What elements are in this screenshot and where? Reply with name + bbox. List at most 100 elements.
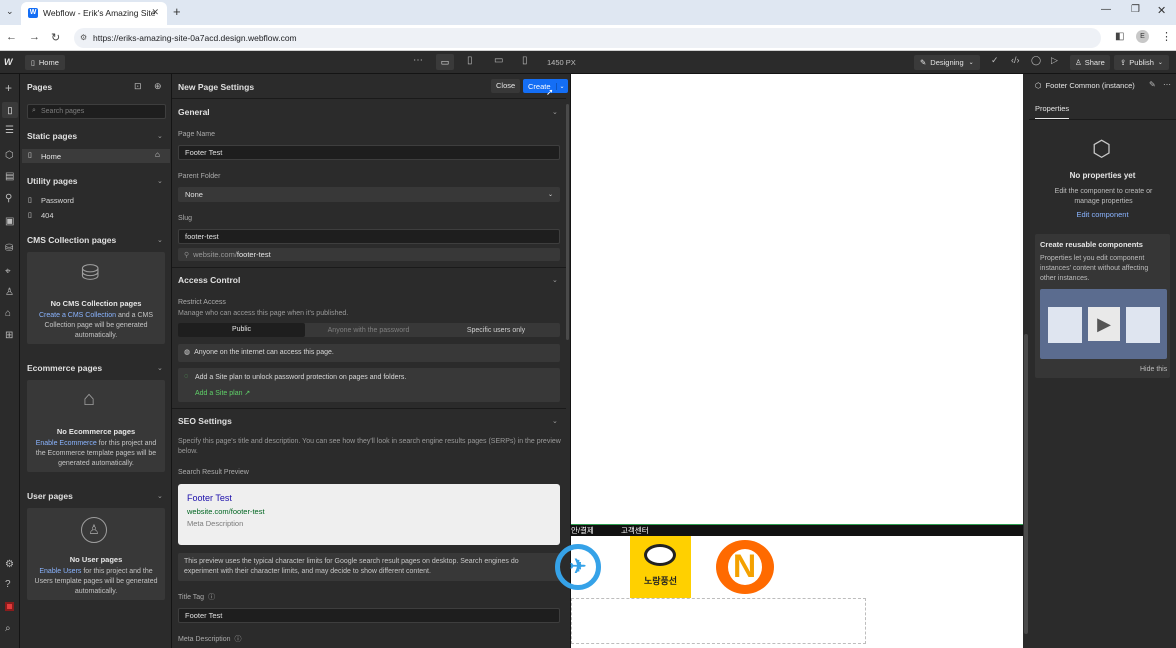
components-icon[interactable]: ⬡ xyxy=(5,151,14,161)
cms-icon[interactable]: ⛁ xyxy=(5,244,13,254)
parent-folder-select[interactable]: None ⌄ xyxy=(178,187,560,202)
page-breadcrumb[interactable]: ▯ Home xyxy=(25,55,65,70)
help-icon[interactable]: ? xyxy=(5,580,11,590)
partner-logo-plane[interactable]: ✈ xyxy=(555,544,601,590)
url-field[interactable]: ⚙ https://eriks-amazing-site-0a7acd.desi… xyxy=(74,28,1101,48)
tab-properties[interactable]: Properties xyxy=(1035,104,1070,119)
preview-play-icon[interactable]: ▷ xyxy=(1051,56,1058,65)
publish-button[interactable]: ⇪ Publish ⌄ xyxy=(1114,55,1169,70)
window-close-icon[interactable]: ✕ xyxy=(1157,4,1166,17)
static-pages-heading[interactable]: Static pages xyxy=(27,131,77,141)
new-page-icon[interactable]: ⊕ xyxy=(154,82,162,91)
footer-nav-bar[interactable]: 안/결제 고객센터 xyxy=(571,524,1023,536)
new-tab-icon[interactable]: + xyxy=(173,4,181,19)
chevron-down-icon[interactable]: ⌄ xyxy=(157,177,163,185)
access-option-users[interactable]: Specific users only xyxy=(432,327,560,334)
more-icon[interactable]: ⋯ xyxy=(1163,81,1171,89)
scrollbar[interactable] xyxy=(566,104,569,340)
site-info-icon[interactable]: ⚙ xyxy=(80,28,87,48)
edit-pen-icon[interactable]: ✎ xyxy=(1149,81,1156,89)
edit-component-link[interactable]: Edit component xyxy=(1029,210,1176,219)
mobile-landscape-icon[interactable]: ▭ xyxy=(494,56,503,66)
navigator-icon[interactable]: ☰ xyxy=(5,126,14,136)
variables-icon[interactable]: ⚲ xyxy=(5,194,12,204)
access-control-heading[interactable]: Access Control xyxy=(178,275,240,285)
seo-settings-heading[interactable]: SEO Settings xyxy=(178,416,232,426)
page-item-home[interactable]: ▯ Home ⌂ xyxy=(22,149,170,163)
hide-this-link[interactable]: Hide this xyxy=(1140,366,1167,373)
mode-dropdown[interactable]: ✎ Designing ⌄ xyxy=(914,55,980,70)
logic-icon[interactable]: ⌖ xyxy=(5,267,11,277)
check-icon[interactable]: ✓ xyxy=(991,56,999,65)
desktop-breakpoint-icon[interactable]: ▭ xyxy=(436,54,454,70)
partner-logo-yellow-balloon[interactable]: 노랑풍선 xyxy=(630,536,691,598)
settings-gear-icon[interactable]: ⚙ xyxy=(5,560,14,570)
code-icon[interactable]: ‹/› xyxy=(1011,56,1020,65)
assets-icon[interactable]: ▣ xyxy=(5,217,14,227)
chevron-down-icon[interactable]: ⌄ xyxy=(157,364,163,372)
new-folder-icon[interactable]: ⊡ xyxy=(134,82,142,91)
profile-avatar[interactable]: E xyxy=(1136,30,1149,43)
chevron-down-icon[interactable]: ⌄ xyxy=(552,276,558,284)
create-chevron-icon[interactable]: ⌄ xyxy=(555,82,568,90)
utility-pages-heading[interactable]: Utility pages xyxy=(27,176,78,186)
enable-users-link[interactable]: Enable Users xyxy=(39,568,81,575)
page-item-password[interactable]: ▯ Password xyxy=(22,194,170,207)
minimize-icon[interactable]: — xyxy=(1101,4,1111,15)
chevron-down-icon[interactable]: ⌄ xyxy=(552,108,558,116)
access-option-password[interactable]: Anyone with the password xyxy=(305,327,432,334)
page-name-input[interactable]: Footer Test xyxy=(178,145,560,160)
reload-icon[interactable]: ↻ xyxy=(51,31,60,44)
info-icon[interactable]: ⓘ xyxy=(235,634,242,644)
partner-logo-n[interactable]: N xyxy=(716,540,774,594)
enable-ecommerce-link[interactable]: Enable Ecommerce xyxy=(36,440,97,447)
access-option-public[interactable]: Public xyxy=(178,323,305,337)
maximize-icon[interactable]: ❐ xyxy=(1131,4,1140,15)
tab-close-icon[interactable]: ✕ xyxy=(151,7,159,18)
info-icon[interactable]: ⓘ xyxy=(208,592,215,602)
meta-desc-label-row: Meta Description ⓘ xyxy=(178,634,242,644)
search-icon[interactable]: ⌕ xyxy=(5,624,11,634)
back-icon[interactable]: ← xyxy=(6,31,17,43)
apps-icon[interactable]: ⊞ xyxy=(5,331,13,341)
page-item-404[interactable]: ▯ 404 xyxy=(22,209,170,222)
tablet-icon[interactable]: ▯ xyxy=(467,56,473,66)
sidepanel-icon[interactable]: ◧ xyxy=(1115,31,1124,42)
ecommerce-pages-heading[interactable]: Ecommerce pages xyxy=(27,363,102,373)
design-canvas[interactable]: 안/결제 고객센터 ✈ 노랑풍선 N xyxy=(555,74,1023,648)
nav-item[interactable]: 고객센터 xyxy=(621,525,649,536)
webflow-logo-icon[interactable]: W xyxy=(4,57,13,67)
chevron-down-icon[interactable]: ⌄ xyxy=(552,417,558,425)
pages-icon[interactable]: ▯ xyxy=(2,102,18,118)
general-heading[interactable]: General xyxy=(178,107,210,117)
comment-icon[interactable]: ◯ xyxy=(1031,56,1041,65)
play-icon[interactable]: ▶ xyxy=(1088,307,1120,341)
video-thumbnail[interactable]: ▶ xyxy=(1040,289,1167,359)
chevron-down-icon[interactable]: ⌄ xyxy=(157,492,163,500)
slug-input[interactable]: footer-test xyxy=(178,229,560,244)
browser-menu-icon[interactable]: ⋮ xyxy=(1161,30,1172,43)
title-tag-input[interactable]: Footer Test xyxy=(178,608,560,623)
add-icon[interactable]: + xyxy=(5,82,12,94)
create-cms-link[interactable]: Create a CMS Collection xyxy=(39,312,116,319)
nav-item[interactable]: 안/결제 xyxy=(571,525,594,536)
more-icon[interactable]: ⋯ xyxy=(413,56,423,66)
search-pages-input[interactable]: ⌕ Search pages xyxy=(27,104,166,119)
mobile-portrait-icon[interactable]: ▯ xyxy=(522,56,528,66)
add-site-plan-link[interactable]: Add a Site plan ↗ xyxy=(195,389,250,397)
tab-list-icon[interactable]: ⌄ xyxy=(6,7,14,16)
user-pages-heading[interactable]: User pages xyxy=(27,491,73,501)
share-button[interactable]: ♙ Share xyxy=(1070,55,1110,70)
cms-pages-heading[interactable]: CMS Collection pages xyxy=(27,235,116,245)
scrollbar-thumb[interactable] xyxy=(1024,334,1028,634)
chevron-down-icon[interactable]: ⌄ xyxy=(157,132,163,140)
chevron-down-icon[interactable]: ⌄ xyxy=(157,236,163,244)
browser-tab[interactable]: W Webflow - Erik's Amazing Site ✕ xyxy=(21,2,167,25)
ecommerce-icon[interactable]: ⌂ xyxy=(5,309,11,319)
record-icon[interactable] xyxy=(5,602,14,611)
style-manager-icon[interactable]: ▤ xyxy=(5,172,14,182)
selected-element-outline[interactable] xyxy=(571,598,866,644)
close-button[interactable]: Close xyxy=(491,79,521,93)
users-icon[interactable]: ♙ xyxy=(5,288,14,298)
forward-icon[interactable]: → xyxy=(29,31,40,43)
